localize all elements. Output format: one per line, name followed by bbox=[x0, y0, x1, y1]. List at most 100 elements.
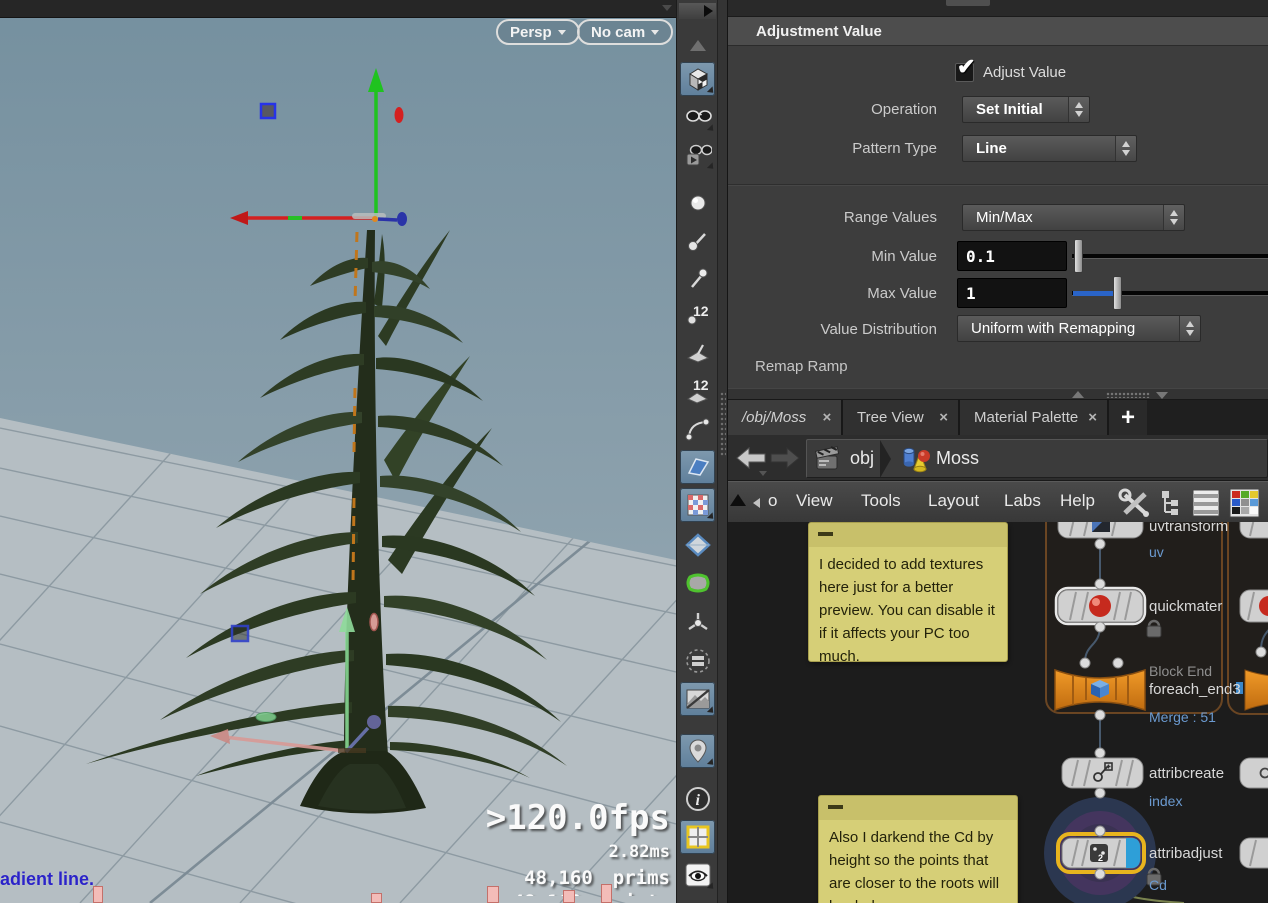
node-name-label[interactable]: attribcreate bbox=[1149, 765, 1224, 782]
expand-down-icon[interactable] bbox=[1156, 392, 1168, 399]
point-normals-button[interactable] bbox=[680, 224, 715, 258]
value-distribution-dropdown[interactable]: Uniform with Remapping bbox=[957, 315, 1201, 342]
uv-texture-button[interactable] bbox=[680, 488, 715, 522]
scene-marker bbox=[487, 886, 499, 903]
sticky-note[interactable]: Also I darkend the Cd by height so the p… bbox=[818, 795, 1018, 903]
menu-item-truncated[interactable]: o bbox=[768, 491, 777, 511]
operation-dropdown[interactable]: Set Initial bbox=[962, 96, 1090, 123]
point-numbers-icon: 12 bbox=[684, 301, 712, 329]
breadcrumb-context[interactable]: obj bbox=[850, 448, 874, 469]
node-name-label[interactable]: uvtransform bbox=[1149, 522, 1228, 535]
pane-splitter[interactable] bbox=[717, 0, 728, 903]
view-menu-button[interactable]: Persp bbox=[496, 19, 580, 45]
minimize-icon[interactable] bbox=[828, 805, 843, 809]
node-attribadjust-selected[interactable]: 2 bbox=[1044, 797, 1156, 903]
tab-label: Tree View bbox=[857, 409, 924, 426]
list-view-icon[interactable] bbox=[1190, 488, 1222, 518]
select-mode-button[interactable] bbox=[680, 62, 715, 96]
expand-up-icon[interactable] bbox=[1072, 391, 1084, 398]
hull-display-button[interactable] bbox=[680, 412, 715, 446]
chevron-down-icon bbox=[651, 30, 659, 35]
section-header[interactable]: Adjustment Value bbox=[728, 17, 1268, 46]
menu-item-view[interactable]: View bbox=[796, 491, 833, 511]
point-trails-button[interactable] bbox=[680, 262, 715, 296]
node-flag-label: Block End bbox=[1149, 663, 1212, 679]
min-value-slider-handle[interactable] bbox=[1074, 239, 1083, 273]
history-dropdown-icon[interactable] bbox=[759, 471, 767, 476]
tab-tree-view[interactable]: Tree View × bbox=[843, 400, 960, 435]
point-display-button[interactable] bbox=[680, 186, 715, 220]
remap-ramp-label: Remap Ramp bbox=[755, 358, 848, 375]
min-value-slider-track[interactable] bbox=[1072, 254, 1268, 259]
forward-arrow-icon[interactable] bbox=[771, 448, 799, 468]
node-name-label[interactable]: attribadjust bbox=[1149, 845, 1222, 862]
max-value-input[interactable] bbox=[957, 278, 1067, 308]
node-quickmaterial[interactable] bbox=[1056, 588, 1145, 624]
ghost-geometry-button[interactable] bbox=[680, 566, 715, 600]
scroll-up-button[interactable] bbox=[680, 28, 715, 62]
close-icon[interactable]: × bbox=[822, 409, 831, 426]
pane-maximize-icon[interactable] bbox=[730, 494, 746, 506]
sticky-note[interactable]: I decided to add textures here just for … bbox=[808, 522, 1008, 662]
node-uvtransform[interactable] bbox=[1058, 522, 1143, 538]
point-numbers-button[interactable]: 12 bbox=[680, 298, 715, 332]
tab-material-palette[interactable]: Material Palette × bbox=[960, 400, 1109, 435]
spinner-icon[interactable] bbox=[1115, 136, 1136, 161]
adjust-value-checkbox[interactable]: ✔ bbox=[955, 63, 974, 82]
background-image-button[interactable] bbox=[680, 682, 715, 716]
visibility-button[interactable] bbox=[680, 858, 715, 892]
prim-normals-button[interactable] bbox=[680, 336, 715, 370]
grid-display-button[interactable] bbox=[680, 820, 715, 854]
spinner-icon[interactable] bbox=[1179, 316, 1200, 341]
min-value-label: Min Value bbox=[728, 248, 937, 265]
xray-display-button[interactable] bbox=[680, 528, 715, 562]
menu-item-labs[interactable]: Labs bbox=[1004, 491, 1041, 511]
prim-count-row: 48,160 prims bbox=[486, 866, 670, 890]
fog-display-button[interactable] bbox=[680, 644, 715, 678]
new-tab-button[interactable]: + bbox=[1109, 400, 1147, 435]
info-button[interactable]: i bbox=[680, 782, 715, 816]
minimize-icon[interactable] bbox=[818, 532, 833, 536]
tools-wrench-icon[interactable] bbox=[1118, 488, 1152, 518]
toolbar-expand-button[interactable] bbox=[679, 3, 716, 19]
close-icon[interactable]: × bbox=[939, 409, 948, 426]
max-value-slider-handle[interactable] bbox=[1113, 276, 1122, 310]
view-tool-button[interactable] bbox=[680, 100, 715, 134]
color-palette-icon[interactable] bbox=[1228, 488, 1260, 518]
pattern-type-dropdown[interactable]: Line bbox=[962, 135, 1137, 162]
spinner-icon[interactable] bbox=[1163, 205, 1184, 230]
scene-viewport[interactable]: Persp No cam >120.0fps 2.82ms 48,160 pri… bbox=[0, 0, 676, 903]
camera-menu-button[interactable]: No cam bbox=[577, 19, 673, 45]
tab-obj-moss[interactable]: /obj/Moss × bbox=[728, 400, 843, 435]
horizontal-splitter[interactable] bbox=[728, 388, 1268, 400]
node-name-label[interactable]: quickmater bbox=[1149, 598, 1222, 615]
network-editor[interactable]: 2 bbox=[728, 522, 1268, 903]
menu-item-layout[interactable]: Layout bbox=[928, 491, 979, 511]
green-outline-shape-icon bbox=[684, 569, 712, 597]
transform-handle-top[interactable] bbox=[230, 68, 407, 226]
menu-item-tools[interactable]: Tools bbox=[861, 491, 901, 511]
flipbook-tool-button[interactable] bbox=[680, 138, 715, 172]
node-name-label[interactable]: foreach_end3 bbox=[1149, 681, 1241, 698]
breadcrumb-node[interactable]: Moss bbox=[936, 448, 979, 469]
particle-display-button[interactable] bbox=[680, 606, 715, 640]
menu-overflow-icon[interactable] bbox=[753, 498, 760, 508]
strip-collapse-icon[interactable] bbox=[662, 5, 672, 11]
performance-hud: >120.0fps 2.82ms 48,160 prims 48,160 poi… bbox=[486, 799, 670, 896]
view-menu-label: Persp bbox=[510, 24, 552, 41]
node-attribcreate[interactable] bbox=[1062, 758, 1143, 788]
close-icon[interactable]: × bbox=[1088, 409, 1097, 426]
shaded-mode-button[interactable] bbox=[680, 450, 715, 484]
viewport-render bbox=[0, 0, 676, 903]
breadcrumb[interactable]: obj Moss bbox=[806, 439, 1268, 478]
spinner-icon[interactable] bbox=[1068, 97, 1089, 122]
scene-marker bbox=[601, 884, 612, 903]
snapping-options-button[interactable] bbox=[680, 734, 715, 768]
tree-outline-icon[interactable] bbox=[1158, 488, 1186, 518]
min-value-input[interactable] bbox=[957, 241, 1067, 271]
section-header-label: Adjustment Value bbox=[756, 23, 882, 40]
range-values-dropdown[interactable]: Min/Max bbox=[962, 204, 1185, 231]
prim-numbers-button[interactable]: 12 bbox=[680, 374, 715, 408]
back-arrow-icon[interactable] bbox=[737, 448, 765, 468]
menu-item-help[interactable]: Help bbox=[1060, 491, 1095, 511]
